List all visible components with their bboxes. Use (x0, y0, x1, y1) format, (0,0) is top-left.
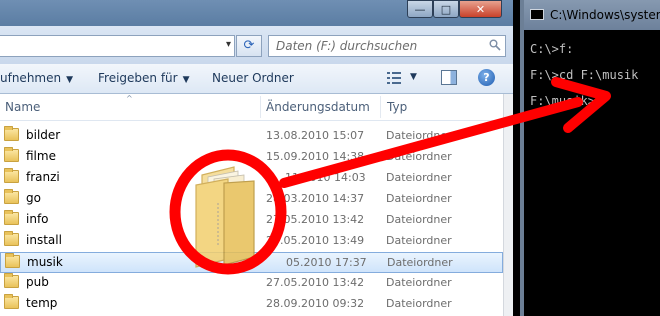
folder-icon (4, 168, 19, 183)
folder-icon (4, 273, 19, 288)
search-icon[interactable] (489, 39, 501, 51)
console-line: C:\>f: (530, 42, 574, 56)
console-icon (530, 9, 544, 20)
folder-date: 05.2010 17:37 (286, 256, 367, 269)
folder-date: 27.05.2010 13:49 (266, 234, 365, 247)
close-button[interactable]: ✕ (459, 0, 502, 18)
console-line: F:\>cd F:\musik (530, 68, 639, 82)
folder-icon (4, 294, 19, 309)
search-input[interactable]: Daten (F:) durchsuchen (268, 35, 506, 57)
folder-name: franzi (26, 170, 60, 184)
folder-icon (4, 231, 19, 246)
column-header: ^ Name Änderungsdatum Typ (0, 94, 503, 121)
search-placeholder: Daten (F:) durchsuchen (276, 39, 418, 53)
folder-date: 11.2010 14:03 (285, 171, 366, 184)
column-divider[interactable] (380, 96, 381, 118)
column-name[interactable]: Name (5, 100, 40, 114)
dropdown-arrow-icon: ▼ (66, 75, 74, 85)
folder-date: 15.09.2010 14:38 (266, 150, 365, 163)
preview-pane-icon[interactable] (441, 70, 457, 85)
command-prompt-window[interactable]: C:\Windows\system3 C:\>f: F:\>cd F:\musi… (520, 0, 660, 316)
include-in-library-button[interactable]: ufnehmen ▼ (0, 71, 73, 85)
folder-row-bilder[interactable]: bilder 13.08.2010 15:07 Dateiordner (0, 126, 503, 147)
folder-name: musik (27, 255, 63, 269)
views-dropdown-icon[interactable]: ▼ (410, 72, 417, 82)
address-bar-row: ▾ ⟳ Daten (F:) durchsuchen (0, 26, 513, 64)
explorer-window: — □ ✕ ▾ ⟳ Daten (F:) durchsuchen ufnehme… (0, 0, 513, 316)
column-modified[interactable]: Änderungsdatum (266, 100, 370, 114)
folder-date: 27.05.2010 13:42 (266, 276, 365, 289)
folder-row-temp[interactable]: temp 28.09.2010 09:32 Dateiordner (0, 294, 503, 315)
dropdown-arrow-icon: ▼ (182, 75, 190, 85)
folder-type: Dateiordner (387, 256, 453, 269)
maximize-button[interactable]: □ (433, 0, 459, 18)
folder-name: temp (26, 296, 58, 310)
help-icon[interactable]: ? (478, 69, 495, 86)
folder-type: Dateiordner (386, 171, 452, 184)
folder-date: 27.05.2010 13:42 (266, 213, 365, 226)
column-divider[interactable] (260, 96, 261, 118)
folder-type: Dateiordner (386, 297, 452, 310)
share-label: Freigeben für (98, 71, 178, 85)
window-controls: — □ ✕ (407, 0, 502, 20)
refresh-icon: ⟳ (243, 38, 255, 53)
folder-row-pub[interactable]: pub 27.05.2010 13:42 Dateiordner (0, 273, 503, 294)
details-view-icon[interactable] (387, 72, 401, 84)
folder-date: 28.09.2010 09:32 (266, 297, 365, 310)
dragged-folder-icon[interactable] (194, 163, 256, 268)
folder-type: Dateiordner (386, 234, 452, 247)
sort-ascending-icon: ^ (126, 94, 133, 103)
folder-icon (4, 210, 19, 225)
folder-type: Dateiordner (386, 192, 452, 205)
console-output: C:\>f: F:\>cd F:\musik F:\musik> (530, 42, 638, 120)
folder-icon (4, 147, 19, 162)
new-folder-button[interactable]: Neuer Ordner (212, 71, 294, 85)
share-with-button[interactable]: Freigeben für ▼ (98, 71, 190, 85)
folder-name: filme (26, 149, 56, 163)
folder-icon (4, 126, 19, 141)
folder-type: Dateiordner (386, 213, 452, 226)
folder-name: pub (26, 275, 49, 289)
folder-type: Dateiordner (386, 276, 452, 289)
folder-date: 28.03.2010 14:37 (266, 192, 365, 205)
folder-name: info (26, 212, 49, 226)
console-line: F:\musik> (530, 94, 596, 108)
cmd-titlebar[interactable]: C:\Windows\system3 (524, 0, 660, 30)
address-bar[interactable]: ▾ (0, 35, 235, 57)
command-bar: ufnehmen ▼ Freigeben für ▼ Neuer Ordner ▼ … (0, 64, 513, 94)
folder-name: bilder (26, 128, 61, 142)
include-label: ufnehmen (0, 71, 62, 85)
vertical-scrollbar[interactable] (503, 94, 513, 316)
minimize-button[interactable]: — (407, 0, 433, 18)
folder-icon (4, 189, 19, 204)
cmd-title: C:\Windows\system3 (550, 8, 660, 22)
folder-date: 13.08.2010 15:07 (266, 129, 365, 142)
folder-name: go (26, 191, 41, 205)
refresh-button[interactable]: ⟳ (236, 35, 262, 57)
folder-type: Dateiordner (386, 150, 452, 163)
column-type[interactable]: Typ (387, 100, 407, 114)
folder-type: Dateiordner (386, 129, 452, 142)
explorer-titlebar[interactable]: — □ ✕ (0, 0, 513, 26)
folder-icon (5, 253, 20, 268)
chevron-down-icon[interactable]: ▾ (226, 39, 231, 50)
folder-name: install (26, 233, 62, 247)
